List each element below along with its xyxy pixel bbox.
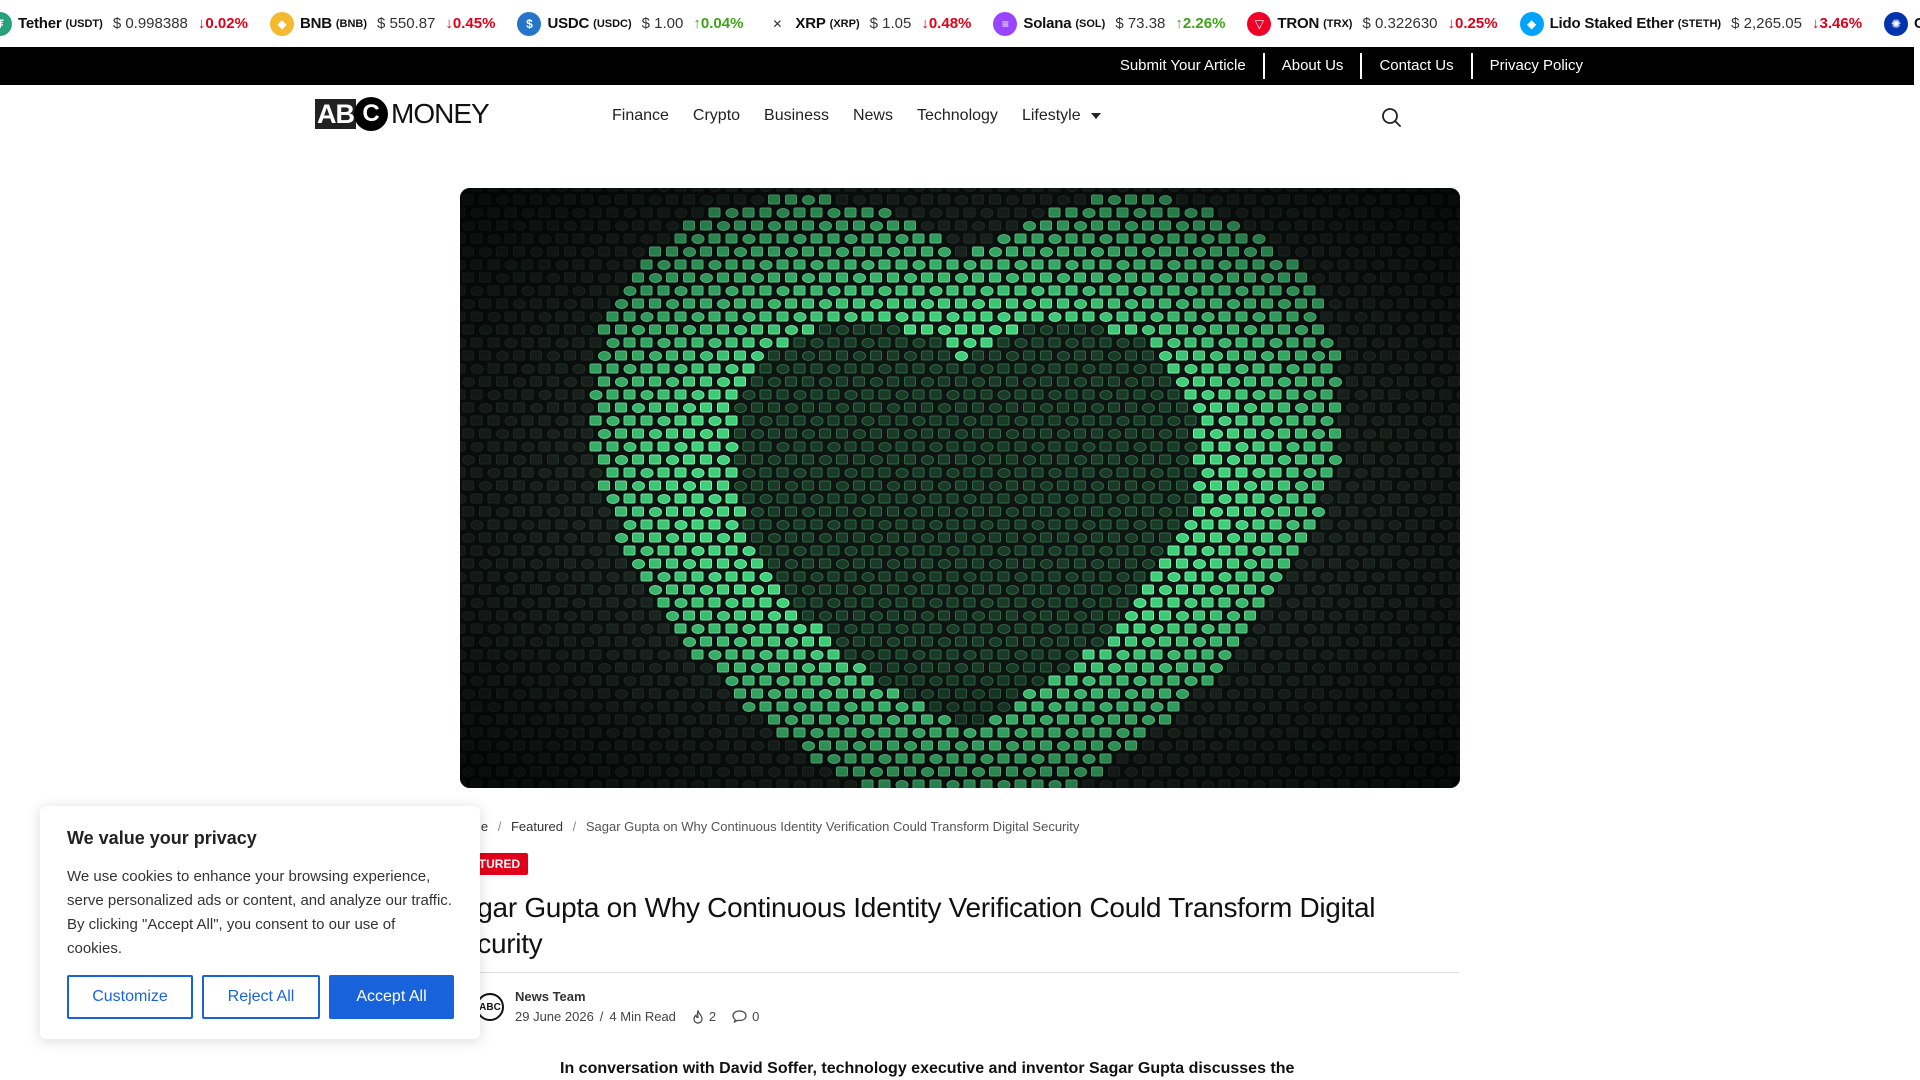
about-us-link[interactable]: About Us [1262, 53, 1361, 79]
nav-news[interactable]: News [853, 107, 893, 125]
top-bar: Submit Your Article About Us Contact Us … [0, 47, 1914, 85]
tether-coin-icon: ₮ [0, 11, 12, 36]
coin-change: ↓0.48% [921, 15, 972, 32]
comments-count[interactable]: 0 [732, 1009, 759, 1024]
logo-money-text: MONEY [391, 98, 490, 129]
top-bar-nav: Submit Your Article About Us Contact Us … [1103, 47, 1600, 85]
nav-lifestyle[interactable]: Lifestyle [1022, 107, 1101, 125]
tron-coin-icon: ▽ [1247, 11, 1272, 36]
read-time: 4 Min Read [609, 1009, 676, 1024]
article-meta: 29 June 2026 / 4 Min Read 2 0 [515, 1009, 759, 1024]
coin-name: Tether [18, 15, 62, 32]
breadcrumb-separator: / [497, 819, 502, 834]
coin-price: $ 0.998388 [112, 15, 188, 32]
coin-symbol: (USDT) [65, 17, 103, 30]
xrp-coin-icon: ✕ [765, 11, 790, 36]
ticker-item-solana[interactable]: ≡ Solana (SOL) $ 73.38 ↑2.26% [993, 11, 1226, 36]
publish-date: 29 June 2026 [515, 1009, 594, 1024]
search-button[interactable] [1380, 106, 1402, 128]
customize-button[interactable]: Customize [67, 975, 193, 1019]
coin-name: XRP [795, 15, 826, 32]
coin-change: ↓0.02% [197, 15, 248, 32]
ticker-item-cardano[interactable]: ✺Cardano(ADA)$ 0.145032 [1884, 11, 1920, 36]
title-divider [470, 972, 1460, 973]
avatar[interactable]: ABC [476, 993, 504, 1021]
likes-count[interactable]: 2 [692, 1009, 716, 1024]
article-title: agar Gupta on Why Continuous Identity Ve… [462, 892, 1376, 959]
usdc-coin-icon: $ [517, 11, 542, 36]
coin-price: $ 0.322630 [1362, 15, 1438, 32]
nav-technology[interactable]: Technology [917, 107, 998, 125]
site-logo[interactable]: AB C MONEY [315, 97, 490, 131]
nav-crypto[interactable]: Crypto [693, 107, 740, 125]
coin-symbol: (TRX) [1323, 17, 1353, 30]
ticker-item-xrp[interactable]: ✕ XRP (XRP) $ 1.05 ↓0.48% [765, 11, 972, 36]
coin-symbol: (XRP) [829, 17, 860, 30]
ticker-item-tether[interactable]: ₮ Tether(USDT) $ 0.998388 ↓0.02% [0, 11, 248, 36]
coin-symbol: (USDC) [593, 17, 632, 30]
cookie-title: We value your privacy [67, 828, 257, 848]
coin-name: Cardano [1914, 15, 1920, 32]
logo-c-text: C [354, 97, 388, 131]
coin-change: ↓0.25% [1447, 15, 1498, 32]
breadcrumb-current: Sagar Gupta on Why Continuous Identity V… [585, 819, 1080, 834]
coin-change: ↓3.46% [1812, 15, 1863, 32]
coin-symbol: (SOL) [1075, 17, 1106, 30]
coin-change: ↑0.04% [693, 15, 744, 32]
comment-icon [732, 1010, 747, 1023]
submit-article-link[interactable]: Submit Your Article [1103, 53, 1263, 79]
ticker-track: ₮ Tether(USDT) $ 0.998388 ↓0.02% ◆ BNB(BNB) $ … [0, 0, 1920, 47]
main-nav: Finance Crypto Business News Technology … [612, 85, 1125, 147]
comments-value: 0 [752, 1009, 760, 1024]
nav-finance[interactable]: Finance [612, 107, 669, 125]
crypto-ticker: ₮ Tether(USDT) $ 0.998388 ↓0.02% ◆ BNB(BNB) $ … [0, 0, 1920, 47]
coin-price: $ 2,265.05 [1731, 15, 1802, 32]
coin-name: Solana [1023, 15, 1072, 32]
nav-lifestyle-label: Lifestyle [1021, 107, 1081, 124]
coin-change: ↑2.26% [1175, 15, 1226, 32]
lido-staked-ether-coin-icon: ◆ [1519, 11, 1544, 36]
coin-name: USDC [547, 15, 590, 32]
article-intro: In conversation with David Soffer, techn… [560, 1060, 1295, 1077]
hero-image [460, 188, 1460, 788]
privacy-policy-link[interactable]: Privacy Policy [1470, 53, 1600, 79]
solana-coin-icon: ≡ [993, 11, 1018, 36]
cardano-coin-icon: ✺ [1884, 11, 1909, 36]
search-icon [1382, 108, 1401, 127]
chevron-down-icon [1090, 113, 1101, 119]
nav-business[interactable]: Business [764, 107, 829, 125]
coin-price: $ 73.38 [1115, 15, 1166, 32]
coin-name: TRON [1277, 15, 1320, 32]
ticker-item-bnb[interactable]: ◆ BNB (BNB) $ 550.87 ↓0.45% [269, 11, 496, 36]
coin-price: $ 1.00 [641, 15, 684, 32]
cookie-consent-panel: We value your privacy We use cookies to … [40, 806, 480, 1039]
coin-symbol: (BNB) [335, 17, 368, 30]
meta-separator: / [599, 1009, 604, 1024]
coin-name: BNB [299, 15, 332, 32]
reject-all-button[interactable]: Reject All [202, 975, 320, 1019]
breadcrumb: me / Featured / Sagar Gupta on Why Conti… [470, 819, 1085, 834]
coin-name: Lido Staked Ether [1549, 15, 1674, 32]
flame-icon [693, 1009, 703, 1024]
cookie-buttons: Customize Reject All Accept All [67, 975, 463, 1019]
site-header: AB C MONEY Finance Crypto Business News … [0, 85, 1920, 155]
author-name[interactable]: News Team [515, 989, 586, 1004]
coin-price: $ 1.05 [869, 15, 912, 32]
coin-price: $ 550.87 [377, 15, 436, 32]
bnb-coin-icon: ◆ [269, 11, 294, 36]
breadcrumb-separator: / [572, 819, 577, 834]
ticker-item-lido-staked-ether[interactable]: ◆ Lido Staked Ether (STETH) $ 2,265.05 ↓3.46… [1519, 11, 1863, 36]
ticker-item-usdc[interactable]: $ USDC (USDC) $ 1.00 ↑0.04% [517, 11, 744, 36]
hero-illustration [460, 188, 1460, 788]
ticker-item-tron[interactable]: ▽ TRON (TRX) $ 0.322630 ↓0.25% [1247, 11, 1498, 36]
coin-symbol: (STETH) [1677, 17, 1722, 30]
contact-us-link[interactable]: Contact Us [1360, 53, 1470, 79]
coin-change: ↓0.45% [445, 15, 496, 32]
cookie-body: We use cookies to enhance your browsing … [67, 868, 452, 957]
likes-value: 2 [708, 1009, 717, 1024]
breadcrumb-featured[interactable]: Featured [511, 819, 563, 834]
logo-ab-text: AB [315, 99, 356, 129]
accept-all-button[interactable]: Accept All [329, 975, 454, 1019]
